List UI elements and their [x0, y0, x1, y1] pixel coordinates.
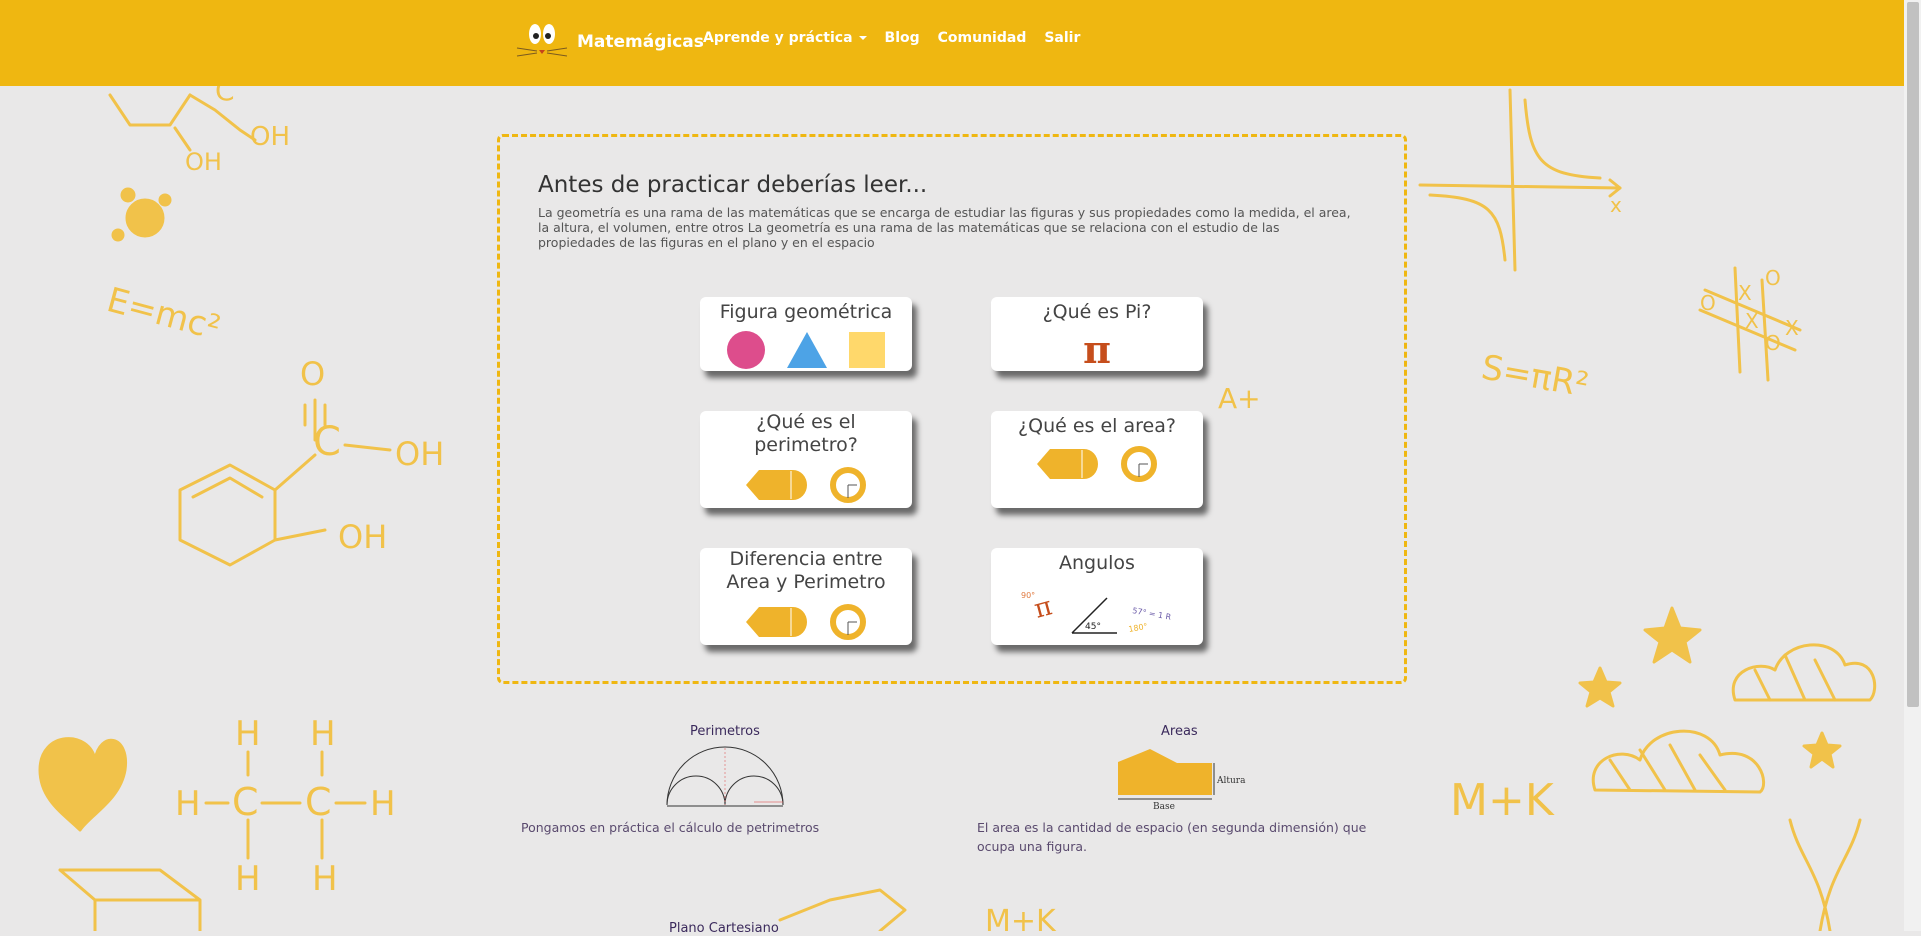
card-title: Angulos [1059, 552, 1135, 574]
arrow-tag-shape-icon [1037, 449, 1098, 479]
brand-logo-link[interactable]: Matemágicas [515, 20, 704, 64]
scrollbar-thumb[interactable] [1907, 2, 1919, 707]
ring-shape-icon [1121, 446, 1157, 482]
card-figura-geometrica[interactable]: Figura geométrica [700, 297, 912, 371]
card-title: ¿Qué es Pi? [1042, 301, 1152, 323]
nav-item-blog[interactable]: Blog [885, 30, 920, 46]
svg-text:C: C [215, 86, 235, 107]
svg-text:C: C [313, 419, 341, 465]
svg-text:H: H [175, 784, 201, 824]
svg-text:OH: OH [250, 122, 290, 152]
perimeter-arcs-illustration [666, 746, 784, 807]
nav-item-label: Aprende y práctica [703, 30, 853, 46]
ring-shape-icon [830, 467, 866, 503]
triangle-shape-icon [787, 332, 827, 368]
card-title: Figura geométrica [719, 301, 893, 323]
svg-text:O: O [1765, 266, 1781, 290]
svg-text:M+K: M+K [1450, 775, 1555, 826]
brand-name: Matemágicas [577, 32, 704, 52]
nav-menu: Aprende y práctica Blog Comunidad Salir [703, 30, 1080, 46]
svg-text:57° = 1 R: 57° = 1 R [1132, 606, 1173, 622]
caret-down-icon [858, 36, 867, 40]
nav-item-aprende[interactable]: Aprende y práctica [703, 30, 867, 46]
svg-text:OH: OH [185, 148, 222, 176]
svg-text:H: H [312, 859, 338, 899]
section-text-areas: El area es la cantidad de espacio (en se… [977, 820, 1367, 854]
cat-face-icon [516, 24, 568, 57]
intro-title: Antes de practicar deberías leer... [538, 172, 928, 198]
card-diferencia-area-perimetro[interactable]: Diferencia entre Area y Perimetro [700, 548, 912, 645]
svg-text:C: C [305, 780, 332, 824]
ring-shape-icon [830, 604, 866, 640]
svg-text:OH: OH [338, 518, 387, 556]
nav-item-salir[interactable]: Salir [1044, 30, 1080, 46]
angle-label: 45° [1085, 622, 1101, 632]
svg-text:H: H [310, 714, 336, 754]
section-text-perimetros: Pongamos en práctica el cálculo de petri… [521, 820, 820, 835]
svg-text:H: H [235, 859, 261, 899]
svg-text:O: O [1700, 291, 1716, 315]
height-label: Altura [1216, 776, 1246, 786]
top-navbar: Matemágicas Aprende y práctica Blog Comu… [0, 0, 1904, 86]
svg-text:X: X [1738, 281, 1752, 305]
svg-text:E=mc²: E=mc² [103, 280, 225, 349]
square-shape-icon [849, 332, 885, 368]
svg-text:O: O [300, 355, 325, 393]
svg-text:X: X [1785, 316, 1799, 340]
svg-text:O: O [1765, 331, 1781, 355]
svg-text:90°: 90° [1021, 591, 1035, 600]
card-angulos[interactable]: Angulos π 90° 45° 57° = 1 R 180° [991, 548, 1203, 645]
arrow-tag-shape-icon [746, 470, 807, 500]
svg-text:H: H [235, 714, 261, 754]
card-que-es-pi[interactable]: ¿Qué es Pi? π [991, 297, 1203, 372]
card-title: ¿Qué es el perimetro? [754, 411, 858, 456]
svg-text:M+K: M+K [985, 904, 1057, 931]
svg-text:OH: OH [395, 435, 444, 473]
svg-text:x: x [1610, 193, 1622, 217]
card-que-es-area[interactable]: ¿Qué es el area? [991, 411, 1203, 508]
nav-item-comunidad[interactable]: Comunidad [938, 30, 1027, 46]
scrollbar[interactable] [1904, 0, 1921, 931]
section-title-perimetros[interactable]: Perimetros [690, 724, 760, 739]
angles-illustration-icon: π 90° 45° 57° = 1 R 180° [1021, 591, 1173, 634]
arrow-tag-shape-icon [746, 607, 807, 637]
card-que-es-perimetro[interactable]: ¿Qué es el perimetro? [700, 411, 912, 508]
svg-text:X: X [1745, 309, 1759, 333]
base-label: Base [1153, 802, 1175, 811]
section-title-areas[interactable]: Areas [1161, 724, 1198, 739]
svg-text:H: H [370, 784, 396, 824]
svg-text:C: C [232, 780, 259, 824]
pi-icon: π [1083, 327, 1111, 372]
card-title: Diferencia entre Area y Perimetro [726, 548, 886, 593]
svg-text:180°: 180° [1128, 622, 1149, 634]
circle-shape-icon [727, 331, 765, 369]
intro-text: La geometría es una rama de las matemáti… [538, 205, 1351, 250]
svg-text:S=πR²: S=πR² [1478, 347, 1591, 405]
area-shape-illustration: Altura Base [1118, 749, 1246, 811]
card-title: ¿Qué es el area? [1018, 415, 1176, 437]
section-title-plano-cartesiano[interactable]: Plano Cartesiano [669, 921, 779, 936]
